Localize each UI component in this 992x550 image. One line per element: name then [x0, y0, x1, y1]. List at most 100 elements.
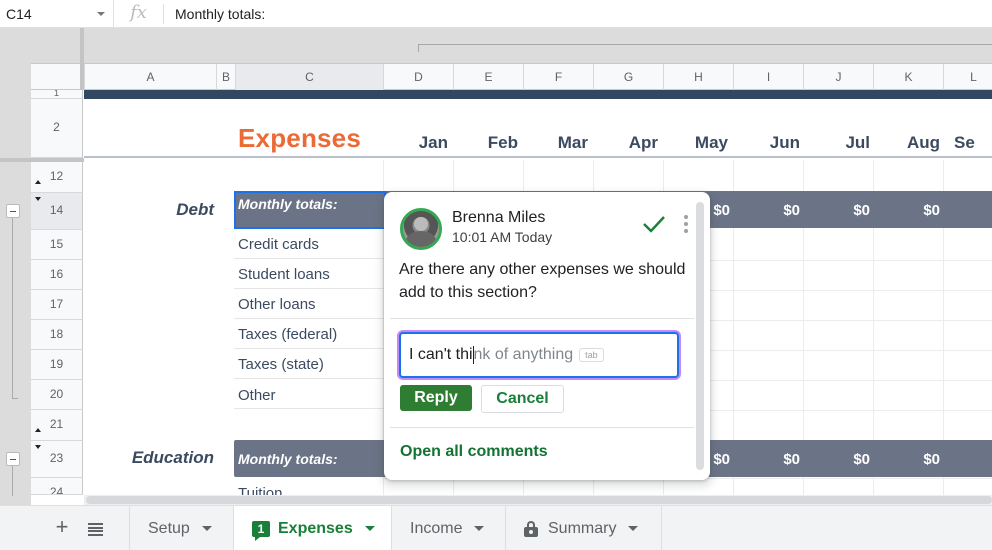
cell-reference: C14 [6, 5, 32, 22]
tab-setup[interactable]: Setup [129, 506, 233, 550]
row-number: 18 [49, 327, 64, 341]
cell-divider [234, 378, 384, 379]
column-header-k[interactable]: K [873, 64, 943, 90]
all-sheets-menu-icon[interactable] [88, 523, 103, 536]
row-header-23[interactable]: 23 [31, 441, 83, 478]
chevron-down-icon[interactable] [201, 526, 212, 531]
selected-cell[interactable] [234, 191, 386, 229]
reply-typed-text: I can't thi [409, 346, 473, 363]
month-may: May [694, 133, 728, 152]
comment-author: Brenna Miles [452, 209, 546, 226]
cell-divider [234, 318, 384, 319]
comment-count-icon: 1 [252, 520, 270, 541]
chevron-down-icon[interactable] [474, 526, 485, 531]
freeze-handle-vertical[interactable] [80, 28, 84, 90]
row-number: 21 [49, 417, 64, 431]
expense-item[interactable]: Taxes (state) [238, 356, 324, 373]
month-jun: Jun [769, 133, 800, 152]
tab-expenses[interactable]: 1 Expenses [233, 506, 391, 550]
row-header-14[interactable]: 14 [31, 193, 83, 230]
cell-divider [234, 408, 384, 409]
totals-label-education[interactable]: Monthly totals: [238, 451, 338, 467]
column-header-b[interactable]: B [216, 64, 235, 90]
comment-text: Are there any other expenses we should a… [399, 261, 686, 301]
formula-input[interactable]: Monthly totals: [164, 6, 265, 22]
collapse-group-button[interactable] [6, 204, 20, 218]
row-number: 20 [49, 387, 64, 401]
cell-divider [234, 288, 384, 289]
total-value[interactable]: $0 [900, 202, 940, 219]
row-header-21[interactable]: 21 [31, 410, 83, 441]
total-value[interactable]: $0 [830, 202, 870, 219]
row-header-19[interactable]: 19 [31, 350, 83, 380]
smart-compose-suggestion: nk of anything [473, 346, 574, 363]
row-number: 15 [49, 237, 64, 251]
name-box[interactable]: C14 [0, 0, 114, 28]
column-header-e[interactable]: E [453, 64, 523, 90]
select-all-corner[interactable] [31, 64, 84, 90]
chevron-down-icon[interactable] [364, 526, 375, 531]
month-mar: Mar [557, 133, 588, 152]
total-value[interactable]: $0 [900, 451, 940, 468]
divider [390, 427, 694, 428]
total-value[interactable]: $0 [760, 451, 800, 468]
reply-input[interactable]: I can't thi nk of anything tab [399, 332, 679, 378]
row-group-end [12, 398, 18, 399]
column-header-i[interactable]: I [733, 64, 803, 90]
comment-timestamp: 10:01 AM Today [452, 229, 553, 245]
row-header-2[interactable]: 2 [31, 99, 83, 158]
row-header-16[interactable]: 16 [31, 260, 83, 290]
open-all-comments-link[interactable]: Open all comments [400, 443, 548, 461]
expense-item[interactable]: Other loans [238, 296, 316, 313]
month-aug: Aug [906, 133, 940, 152]
tab-summary[interactable]: Summary [505, 506, 662, 550]
row-header-1[interactable]: 1 [31, 90, 83, 99]
expense-item[interactable]: Taxes (federal) [238, 326, 337, 343]
column-header-c[interactable]: C [235, 64, 383, 90]
month-apr: Apr [628, 133, 658, 152]
more-options-icon[interactable] [684, 215, 690, 235]
column-header-a[interactable]: A [84, 64, 216, 90]
collapse-group-button[interactable] [6, 452, 20, 466]
add-sheet-button[interactable]: + [52, 515, 72, 539]
total-value[interactable]: $0 [760, 202, 800, 219]
column-header-d[interactable]: D [383, 64, 453, 90]
cell-divider [234, 258, 384, 259]
expense-item[interactable]: Other [238, 387, 276, 404]
avatar [400, 208, 442, 250]
row-header-17[interactable]: 17 [31, 290, 83, 320]
row-number: 12 [49, 169, 64, 183]
divider [390, 318, 694, 319]
chevron-down-icon[interactable] [97, 11, 105, 16]
cancel-button[interactable]: Cancel [481, 385, 564, 413]
column-header-h[interactable]: H [663, 64, 733, 90]
row-number: 19 [49, 357, 64, 371]
row-number: 17 [49, 297, 64, 311]
expense-item[interactable]: Tuition [238, 485, 282, 495]
expense-item[interactable]: Student loans [238, 266, 330, 283]
comment-scrollbar[interactable] [696, 202, 704, 470]
resolve-check-icon[interactable] [642, 214, 666, 234]
row-header-12[interactable]: 12 [31, 162, 83, 193]
total-value[interactable]: $0 [830, 451, 870, 468]
column-header-l[interactable]: L [943, 64, 992, 90]
horizontal-scrollbar[interactable] [86, 496, 992, 504]
row-header-24[interactable]: 24 [31, 478, 83, 495]
function-icon: fx [114, 3, 164, 24]
reply-button[interactable]: Reply [400, 385, 472, 411]
formula-bar: C14 fx Monthly totals: [0, 0, 992, 28]
row-header-18[interactable]: 18 [31, 320, 83, 350]
column-group-bracket[interactable] [418, 44, 992, 45]
row-number: 24 [49, 485, 64, 495]
column-header-f[interactable]: F [523, 64, 593, 90]
chevron-down-icon[interactable] [628, 526, 639, 531]
row-header-20[interactable]: 20 [31, 380, 83, 410]
month-feb: Feb [487, 133, 518, 152]
row-number: 2 [53, 120, 60, 134]
column-header-j[interactable]: J [803, 64, 873, 90]
expense-item[interactable]: Credit cards [238, 236, 319, 253]
cell-divider [234, 348, 384, 349]
tab-income[interactable]: Income [391, 506, 505, 550]
column-header-g[interactable]: G [593, 64, 663, 90]
row-header-15[interactable]: 15 [31, 230, 83, 260]
